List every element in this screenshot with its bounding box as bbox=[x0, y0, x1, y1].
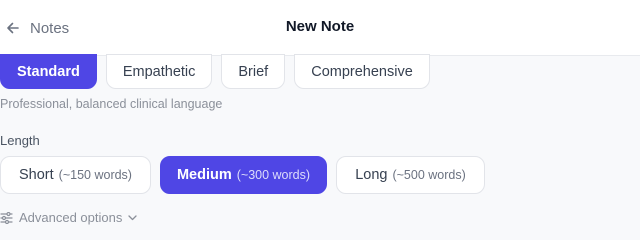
sliders-icon bbox=[0, 211, 13, 224]
length-option-detail: (~500 words) bbox=[392, 168, 466, 182]
length-option-short[interactable]: Short (~150 words) bbox=[0, 156, 151, 194]
page-title: New Note bbox=[285, 18, 355, 35]
length-option-label: Long bbox=[355, 167, 388, 183]
length-option-detail: (~150 words) bbox=[58, 168, 132, 182]
length-option-detail: (~300 words) bbox=[236, 168, 311, 182]
top-bar: Notes New Note bbox=[0, 0, 640, 56]
tone-option-empathetic[interactable]: Empathetic bbox=[105, 54, 213, 89]
advanced-options-label: Advanced options bbox=[19, 210, 123, 225]
length-option-label: Short bbox=[19, 167, 54, 183]
length-option-medium[interactable]: Medium (~300 words) bbox=[160, 156, 327, 194]
length-options: Short (~150 words) Medium (~300 words) L… bbox=[0, 156, 485, 194]
length-label: Length bbox=[0, 133, 40, 148]
tone-option-comprehensive[interactable]: Comprehensive bbox=[294, 54, 430, 89]
tone-options: Standard Empathetic Brief Comprehensive bbox=[0, 54, 430, 89]
length-option-long[interactable]: Long (~500 words) bbox=[336, 156, 485, 194]
chevron-down-icon bbox=[128, 214, 138, 220]
length-option-label: Medium bbox=[176, 167, 232, 183]
tone-description: Professional, balanced clinical language bbox=[0, 97, 223, 111]
tone-option-brief[interactable]: Brief bbox=[221, 54, 286, 89]
advanced-options-toggle[interactable]: Advanced options bbox=[0, 210, 138, 225]
tone-option-standard[interactable]: Standard bbox=[0, 54, 97, 89]
